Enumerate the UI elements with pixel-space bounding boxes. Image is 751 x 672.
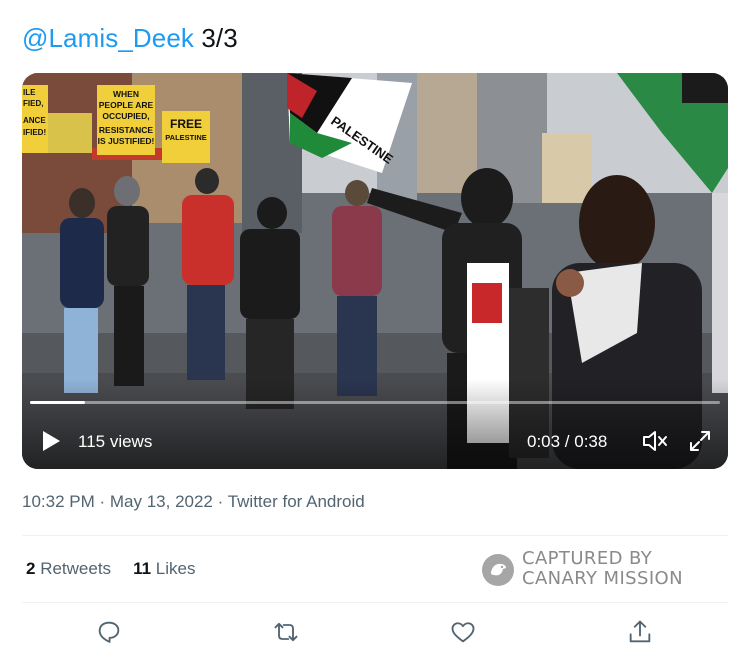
tweet-body: 3/3	[194, 23, 238, 53]
reply-button[interactable]	[95, 618, 123, 646]
mention-link[interactable]: @Lamis_Deek	[22, 23, 194, 53]
watermark-line: CAPTURED BY	[522, 548, 653, 569]
fullscreen-button[interactable]	[688, 429, 712, 453]
sign-line: PALESTINE	[165, 133, 207, 142]
meta-separator: ·	[212, 492, 228, 511]
likes-stat[interactable]: 11 Likes	[133, 559, 195, 578]
fullscreen-icon	[690, 431, 710, 451]
play-button[interactable]	[40, 430, 62, 452]
sign-line: FIED,	[23, 99, 43, 108]
tweet-date-link[interactable]: May 13, 2022	[110, 492, 213, 511]
like-button[interactable]	[449, 618, 477, 646]
play-icon	[43, 431, 60, 451]
divider	[22, 535, 728, 536]
video-timestamp: 0:03 / 0:38	[527, 432, 608, 451]
retweets-label: Retweets	[35, 559, 112, 578]
tweet-stats: 2 Retweets 11 Likes	[26, 559, 217, 579]
retweet-button[interactable]	[272, 618, 300, 646]
retweets-stat[interactable]: 2 Retweets	[26, 559, 111, 578]
sign-line: IFIED!	[23, 128, 46, 137]
watermark: CAPTURED BY CANARY MISSION	[482, 549, 722, 591]
tweet-time-link[interactable]: 10:32 PM	[22, 492, 95, 511]
video-progress-bar[interactable]	[30, 401, 720, 404]
sign-line: WHEN	[113, 89, 139, 99]
sign-line: IS JUSTIFIED!	[98, 136, 155, 146]
sign-line: ANCE	[23, 116, 46, 125]
share-button[interactable]	[626, 618, 654, 646]
volume-muted-icon	[643, 431, 667, 451]
divider	[22, 602, 728, 603]
view-count: 115 views	[78, 432, 153, 451]
sign-line: RESISTANCE	[99, 125, 153, 135]
tweet-source: Twitter for Android	[227, 492, 365, 511]
likes-count: 11	[133, 559, 152, 578]
meta-separator: ·	[94, 492, 110, 511]
retweet-icon	[274, 622, 298, 642]
reply-icon	[98, 621, 120, 643]
sign-line: PEOPLE ARE	[99, 100, 154, 110]
sign-line: ILE	[23, 88, 36, 97]
likes-label: Likes	[151, 559, 196, 578]
video-player[interactable]: PALESTINE WHEN PEOPLE ARE OCCUPIED, RESI…	[22, 73, 728, 469]
video-progress-fill	[30, 401, 86, 404]
mute-button[interactable]	[642, 429, 668, 453]
share-icon	[629, 620, 651, 643]
sign-line: FREE	[170, 117, 202, 131]
tweet-actions-bar	[0, 618, 751, 648]
tweet-text: @Lamis_Deek 3/3	[22, 22, 238, 54]
tweet-metadata: 10:32 PM · May 13, 2022 · Twitter for An…	[22, 492, 365, 512]
controls-gradient	[22, 379, 728, 469]
canary-logo-icon	[482, 554, 514, 586]
sign-line: OCCUPIED,	[102, 111, 149, 121]
watermark-line: CANARY MISSION	[522, 568, 683, 589]
like-icon	[451, 622, 475, 643]
